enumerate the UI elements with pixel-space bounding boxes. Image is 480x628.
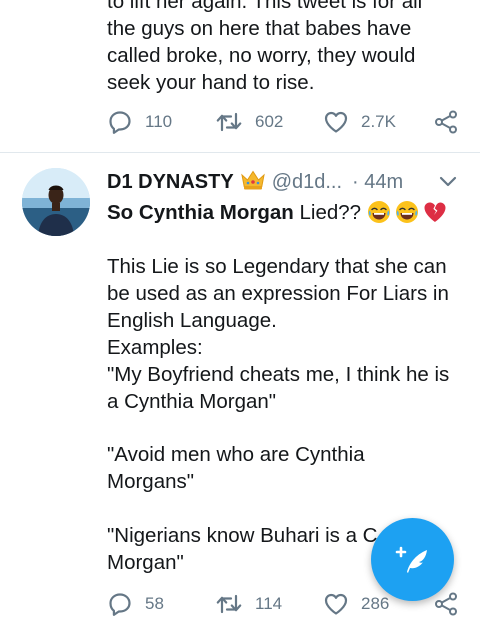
crown-emoji-icon <box>240 169 266 198</box>
compose-tweet-button[interactable] <box>371 518 454 601</box>
reply-button[interactable]: 58 <box>107 589 164 619</box>
lead-rest: Lied?? <box>293 201 367 224</box>
avatar[interactable] <box>22 168 90 236</box>
tweet-text-paragraph: "Avoid men who are Cynthia Morgans" <box>107 443 365 493</box>
share-icon <box>435 110 457 134</box>
retweet-count: 114 <box>255 594 283 613</box>
reply-count: 110 <box>145 112 173 131</box>
retweet-icon <box>216 112 242 132</box>
timeline: to lift her again. This tweet is for all… <box>0 0 480 628</box>
tweet-timestamp[interactable]: · 44m <box>352 171 403 193</box>
reply-button[interactable]: 110 <box>107 107 172 137</box>
share-button[interactable] <box>433 589 459 619</box>
laughing-emoji-icon <box>395 200 419 224</box>
share-icon <box>435 592 457 616</box>
chevron-down-icon <box>439 176 457 187</box>
display-name[interactable]: D1 DYNASTY <box>107 171 234 193</box>
tweet-text-lead: So Cynthia Morgan Lied?? <box>107 199 467 226</box>
tweet-text: to lift her again. This tweet is for all… <box>107 0 423 94</box>
previous-tweet[interactable]: to lift her again. This tweet is for all… <box>0 0 480 153</box>
avatar-photo <box>22 168 90 236</box>
tweet-menu-button[interactable] <box>438 173 458 194</box>
reply-icon <box>109 111 131 134</box>
retweet-count: 602 <box>255 112 284 131</box>
compose-tweet-icon <box>395 546 427 573</box>
reply-count: 58 <box>145 594 164 613</box>
share-button[interactable] <box>433 107 459 137</box>
tweet-text-paragraph: This Lie is so Legendary that she can be… <box>107 255 450 413</box>
reply-icon <box>109 593 131 616</box>
like-count: 286 <box>361 594 390 613</box>
laughing-emoji-icon <box>367 200 391 224</box>
like-button[interactable]: 2.7K <box>323 107 396 137</box>
like-count: 2.7K <box>361 112 396 131</box>
tweet-header: D1 DYNASTY @d1d... · 44m <box>107 169 467 195</box>
bold-lead: So Cynthia Morgan <box>107 201 294 224</box>
retweet-button[interactable]: 114 <box>215 589 282 619</box>
like-button[interactable]: 286 <box>323 589 389 619</box>
user-handle: @d1d... <box>271 171 343 193</box>
broken-heart-emoji-icon <box>423 200 447 224</box>
heart-icon <box>324 593 348 615</box>
heart-icon <box>324 111 348 133</box>
tweet-actions: 110 602 2.7K <box>107 107 467 137</box>
retweet-button[interactable]: 602 <box>215 107 283 137</box>
retweet-icon <box>216 594 242 614</box>
